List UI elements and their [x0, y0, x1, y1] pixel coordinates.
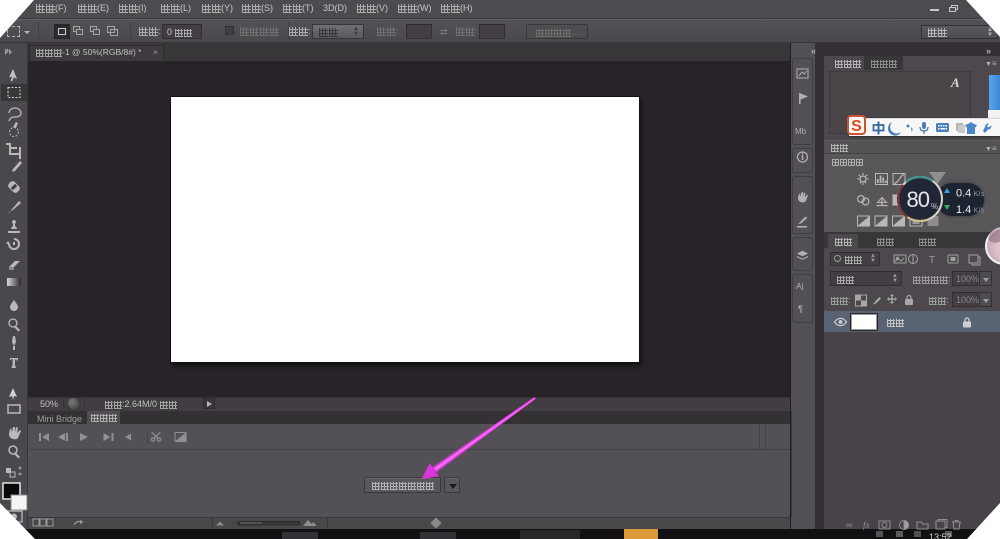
svg-text:80: 80	[907, 187, 930, 212]
svg-text:K/s: K/s	[974, 189, 985, 198]
svg-text:¶: ¶	[798, 304, 803, 315]
svg-text:%: %	[931, 202, 938, 211]
svg-text:∞: ∞	[846, 520, 852, 530]
svg-text:T: T	[929, 255, 935, 266]
svg-text:Mb: Mb	[795, 127, 807, 136]
svg-text:A|: A|	[796, 281, 804, 291]
svg-text:0.4: 0.4	[956, 188, 971, 200]
svg-text:K/s: K/s	[974, 206, 985, 215]
svg-text:1.4: 1.4	[956, 204, 971, 216]
svg-text:fx: fx	[863, 520, 870, 530]
